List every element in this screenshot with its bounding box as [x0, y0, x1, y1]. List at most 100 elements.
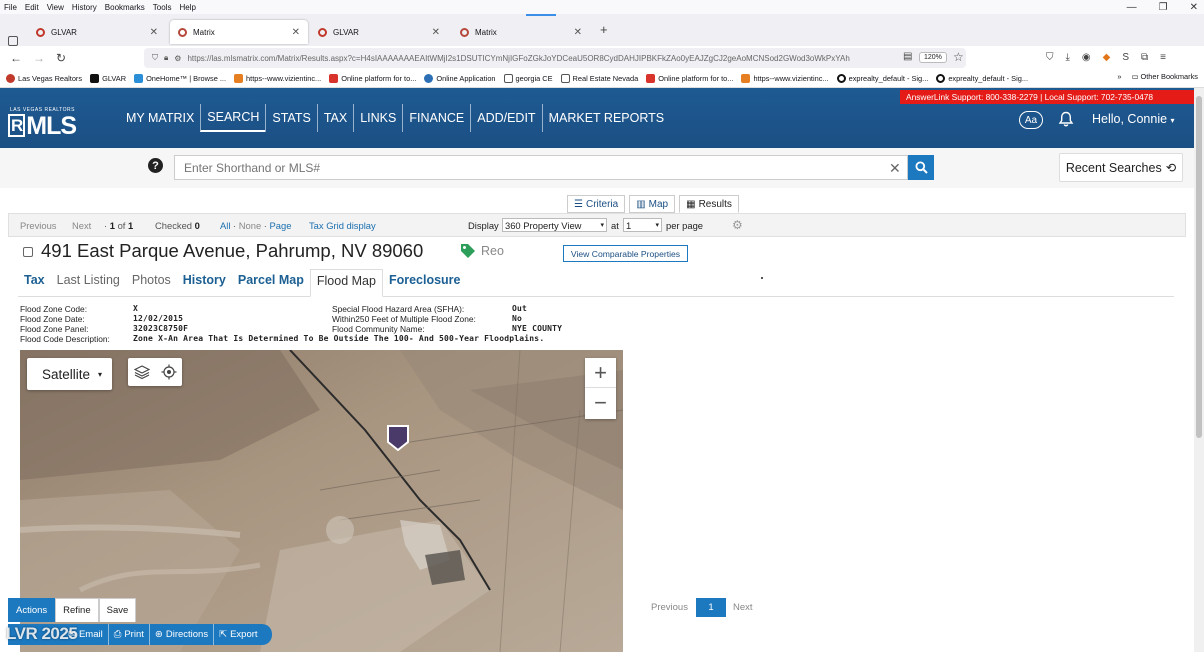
nav-stats[interactable]: STATS	[265, 104, 316, 132]
pager-current-page[interactable]: 1	[695, 598, 726, 617]
locate-icon[interactable]	[161, 364, 177, 380]
tax-grid-link[interactable]: Tax Grid display	[309, 220, 376, 231]
layers-icon[interactable]	[133, 364, 150, 380]
menu-hamburger-icon[interactable]: ≡	[1160, 52, 1166, 63]
select-all-link[interactable]: All	[220, 220, 230, 231]
nav-add-edit[interactable]: ADD/EDIT	[470, 104, 541, 132]
clear-search-icon[interactable]: ✕	[889, 160, 901, 177]
list-all-tabs-icon[interactable]	[8, 36, 18, 46]
bookmark[interactable]: Online Application	[424, 74, 496, 83]
mls-logo[interactable]: R MLS	[8, 112, 77, 141]
back-icon[interactable]: ←	[10, 51, 22, 65]
select-none-link[interactable]: None	[239, 220, 261, 231]
menu-file[interactable]: File	[4, 3, 17, 12]
metamask-icon[interactable]: ◆	[1103, 52, 1111, 63]
per-page-select[interactable]: 1 ▾	[623, 218, 662, 232]
tab-save[interactable]: Save	[98, 598, 137, 622]
map-type-select[interactable]: Satellite ▾	[27, 358, 112, 390]
previous-link[interactable]: Previous	[20, 220, 56, 231]
zoom-in-button[interactable]: +	[585, 358, 616, 388]
url-bar[interactable]: ⛉ 🔒︎ ⚙︎ https://las.mlsmatrix.com/Matrix…	[144, 48, 966, 68]
display-select[interactable]: 360 Property View ▾	[502, 218, 607, 232]
bookmark-folder[interactable]: Real Estate Nevada	[560, 74, 638, 83]
bookmark[interactable]: exprealty_default - Sig...	[936, 74, 1028, 83]
property-checkbox[interactable]	[23, 247, 33, 257]
close-window-icon[interactable]: ✕	[1190, 2, 1198, 13]
extensions-icon[interactable]: ⧉	[1141, 52, 1148, 63]
recent-searches-button[interactable]: Recent Searches ⟲	[1059, 153, 1183, 182]
close-tab-icon[interactable]: ✕	[574, 27, 582, 38]
bookmark[interactable]: Las Vegas Realtors	[6, 74, 82, 83]
nav-my-matrix[interactable]: MY MATRIX	[120, 104, 200, 132]
bookmark[interactable]: https--www.vizientinc...	[741, 74, 829, 83]
property-marker-icon[interactable]	[386, 424, 410, 457]
zoom-level[interactable]: 120%	[919, 52, 947, 63]
reader-view-icon[interactable]: ▤	[903, 51, 912, 62]
nav-tax[interactable]: TAX	[316, 104, 353, 132]
minimize-icon[interactable]: —	[1127, 2, 1137, 13]
menu-help[interactable]: Help	[179, 3, 195, 12]
nav-finance[interactable]: FINANCE	[402, 104, 470, 132]
tab-map[interactable]: ▥ Map	[629, 195, 676, 213]
menu-view[interactable]: View	[47, 3, 64, 12]
zoom-out-button[interactable]: −	[585, 388, 616, 418]
help-icon[interactable]: ?	[148, 158, 163, 173]
bookmark-star-icon[interactable]: ☆	[953, 50, 964, 64]
tab-criteria[interactable]: ☰ Criteria	[567, 195, 626, 213]
browser-tab-matrix[interactable]: Matrix ✕	[170, 20, 308, 44]
bookmark[interactable]: Online platform for to...	[646, 74, 733, 83]
menu-edit[interactable]: Edit	[25, 3, 39, 12]
bookmark[interactable]: Online platform for to...	[329, 74, 416, 83]
extension-s-icon[interactable]: S	[1122, 52, 1129, 63]
text-size-button[interactable]: Aa	[1019, 111, 1043, 129]
pager-next[interactable]: Next	[733, 602, 753, 613]
tab-flood-map[interactable]: Flood Map	[309, 269, 383, 297]
pager-previous[interactable]: Previous	[651, 602, 688, 613]
bookmark[interactable]: OneHome™ | Browse ...	[134, 74, 226, 83]
tab-tax[interactable]: Tax	[18, 268, 51, 296]
new-tab-icon[interactable]: +	[600, 22, 608, 37]
bookmark-folder[interactable]: georgia CE	[503, 74, 553, 83]
print-button[interactable]: ⎙ Print	[109, 624, 150, 645]
nav-links[interactable]: LINKS	[353, 104, 402, 132]
bookmark[interactable]: exprealty_default - Sig...	[836, 74, 928, 83]
search-input[interactable]	[174, 155, 908, 180]
nav-search[interactable]: SEARCH	[200, 104, 266, 132]
tab-actions[interactable]: Actions	[8, 598, 56, 622]
menu-bookmarks[interactable]: Bookmarks	[105, 3, 145, 12]
tab-results[interactable]: ▦ Results	[679, 195, 739, 213]
chevron-double-right-icon[interactable]: »	[1117, 72, 1121, 81]
nav-market-reports[interactable]: MARKET REPORTS	[541, 104, 671, 132]
tab-history[interactable]: History	[177, 268, 232, 296]
settings-gear-icon[interactable]: ⚙	[732, 218, 743, 232]
bell-icon[interactable]	[1058, 111, 1074, 133]
close-tab-icon[interactable]: ✕	[150, 27, 158, 38]
tab-parcel-map[interactable]: Parcel Map	[232, 268, 310, 296]
pocket-icon[interactable]: ⛉	[1046, 52, 1054, 63]
export-button[interactable]: ⇱ Export	[214, 624, 271, 645]
menu-tools[interactable]: Tools	[153, 3, 172, 12]
next-link[interactable]: Next	[72, 220, 91, 231]
browser-tab-glvar[interactable]: GLVAR ✕	[28, 20, 166, 44]
url-text[interactable]: https://las.mlsmatrix.com/Matrix/Results…	[187, 54, 849, 63]
tab-photos[interactable]: Photos	[126, 268, 177, 296]
reload-icon[interactable]: ↻	[56, 51, 66, 65]
tab-last-listing[interactable]: Last Listing	[51, 268, 126, 296]
scrollbar-thumb[interactable]	[1196, 96, 1202, 438]
tab-foreclosure[interactable]: Foreclosure	[383, 268, 467, 296]
user-menu[interactable]: Hello, Connie ▾	[1092, 112, 1175, 126]
bookmark[interactable]: GLVAR	[90, 74, 126, 83]
bookmark[interactable]: https--www.vizientinc...	[234, 74, 321, 83]
close-tab-icon[interactable]: ✕	[432, 27, 440, 38]
other-bookmarks[interactable]: » ▭ Other Bookmarks	[1117, 72, 1198, 81]
menu-history[interactable]: History	[72, 3, 97, 12]
directions-button[interactable]: ⊛ Directions	[150, 624, 215, 645]
forward-icon[interactable]: →	[33, 51, 45, 65]
browser-tab-glvar[interactable]: GLVAR ✕	[310, 20, 448, 44]
restore-icon[interactable]: ❐	[1159, 2, 1168, 13]
browser-tab-matrix[interactable]: Matrix ✕	[452, 20, 590, 44]
search-button[interactable]	[908, 155, 934, 180]
close-tab-icon[interactable]: ✕	[292, 27, 300, 38]
account-icon[interactable]: ◉	[1082, 52, 1091, 63]
tab-refine[interactable]: Refine	[55, 598, 99, 622]
